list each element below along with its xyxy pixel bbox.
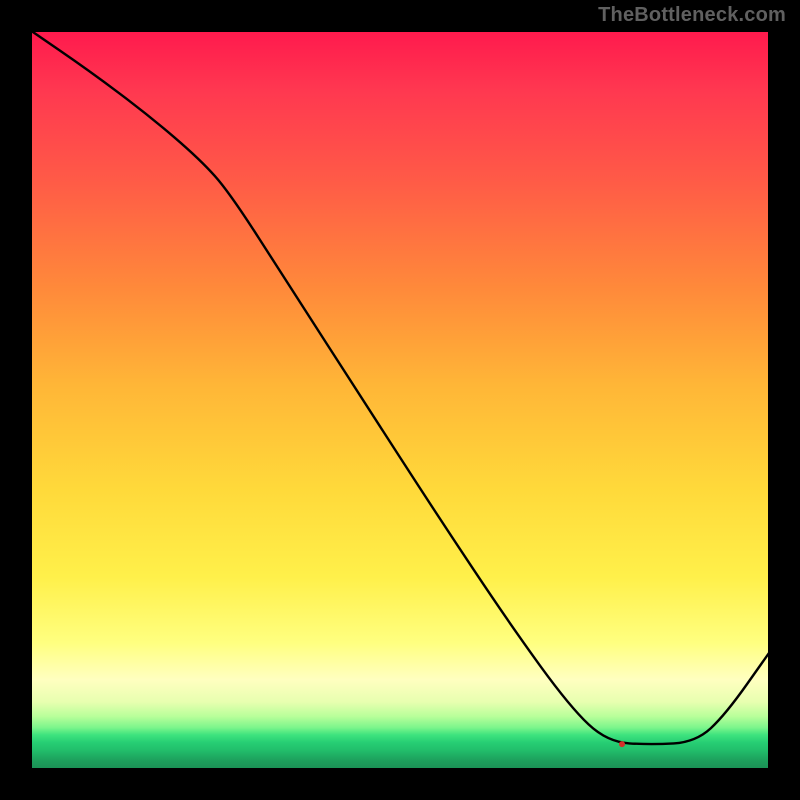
plot-background: [30, 30, 770, 770]
chart-frame: TheBottleneck.com: [0, 0, 800, 800]
watermark-text: TheBottleneck.com: [598, 4, 786, 27]
